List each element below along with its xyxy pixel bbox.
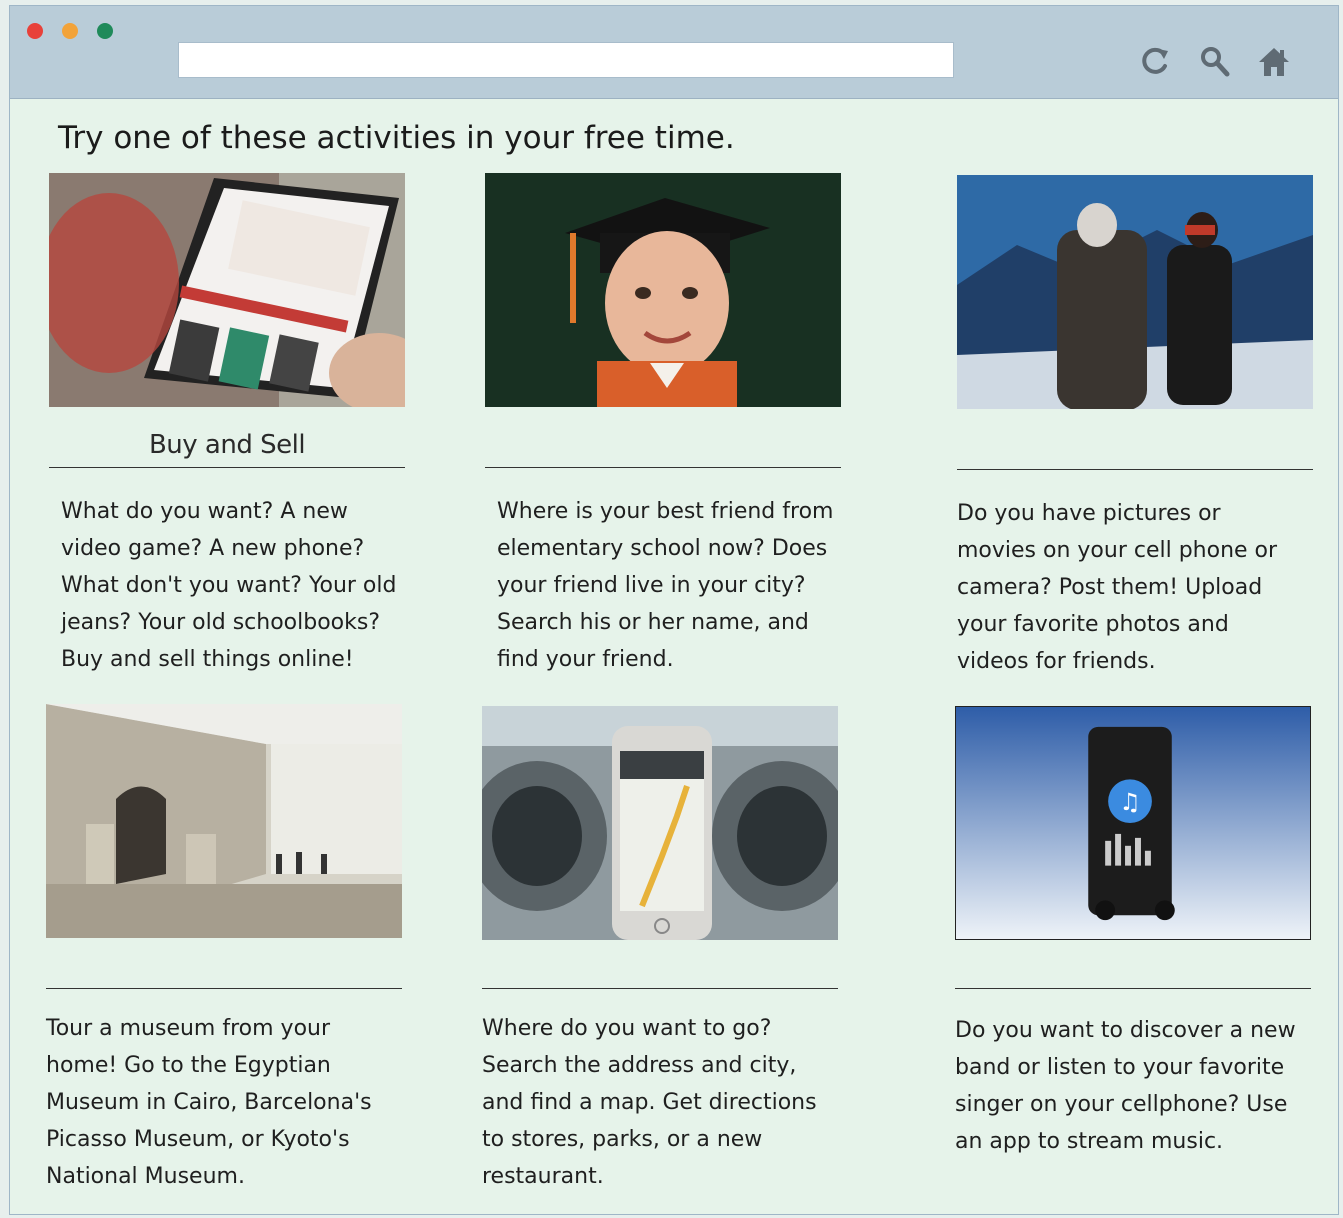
description-line: your favorite photos and	[957, 612, 1229, 637]
description-line: Do you have pictures or	[957, 501, 1221, 526]
description-line: restaurant.	[482, 1164, 604, 1189]
home-icon[interactable]	[1256, 44, 1292, 80]
svg-text:♫: ♫	[1119, 788, 1140, 816]
description-line: band or listen to your favorite	[955, 1055, 1285, 1080]
music-player-photo: ♫	[955, 706, 1311, 940]
description-line: and find a map. Get directions	[482, 1090, 817, 1115]
description-line: singer on your cellphone? Use	[955, 1092, 1288, 1117]
card-description: Do you want to discover a new band or li…	[955, 1012, 1305, 1160]
mountain-photographers-photo	[957, 175, 1313, 409]
description-line: Where is your best friend from	[497, 499, 834, 524]
description-line: an app to stream music.	[955, 1129, 1224, 1154]
browser-window: Try one of these activities in your free…	[9, 5, 1339, 1215]
description-line: movies on your cell phone or	[957, 538, 1278, 563]
description-line: camera? Post them! Upload	[957, 575, 1263, 600]
tablet-shopping-photo	[49, 173, 405, 407]
reload-icon[interactable]	[1137, 44, 1173, 80]
graduate-girl-photo	[485, 173, 841, 407]
caption-rule	[955, 988, 1311, 989]
description-line: your friend live in your city?	[497, 573, 806, 598]
description-line: home! Go to the Egyptian	[46, 1053, 331, 1078]
caption-rule	[46, 988, 402, 989]
description-line: Do you want to discover a new	[955, 1018, 1296, 1043]
caption-rule	[485, 467, 841, 468]
address-bar[interactable]	[178, 42, 954, 78]
browser-toolbar	[10, 6, 1338, 99]
card-description: Tour a museum from your home! Go to the …	[46, 1010, 396, 1195]
description-line: What do you want? A new	[61, 499, 348, 524]
description-line: videos for friends.	[957, 649, 1156, 674]
description-line: Picasso Museum, or Kyoto's	[46, 1127, 350, 1152]
minimize-window-button[interactable]	[62, 23, 78, 39]
page-headline: Try one of these activities in your free…	[58, 120, 735, 156]
caption-rule	[957, 469, 1313, 470]
description-line: Tour a museum from your	[46, 1016, 331, 1041]
description-line: What don't you want? Your old	[61, 573, 397, 598]
card-description: Where is your best friend from elementar…	[497, 493, 847, 678]
description-line: to stores, parks, or a new	[482, 1127, 763, 1152]
search-icon[interactable]	[1197, 44, 1233, 80]
description-line: National Museum.	[46, 1164, 245, 1189]
description-line: Where do you want to go?	[482, 1016, 772, 1041]
description-line: video game? A new phone?	[61, 536, 365, 561]
caption-rule	[49, 467, 405, 468]
maximize-window-button[interactable]	[97, 23, 113, 39]
museum-hall-photo	[46, 704, 402, 938]
card-description: Where do you want to go? Search the addr…	[482, 1010, 832, 1195]
card-caption: Buy and Sell	[148, 430, 306, 460]
description-line: Search his or her name, and	[497, 610, 809, 635]
description-line: Museum in Cairo, Barcelona's	[46, 1090, 372, 1115]
description-line: Buy and sell things online!	[61, 647, 354, 672]
caption-rule	[482, 988, 838, 989]
close-window-button[interactable]	[27, 23, 43, 39]
description-line: Search the address and city,	[482, 1053, 797, 1078]
car-phone-map-photo	[482, 706, 838, 940]
card-description: Do you have pictures or movies on your c…	[957, 495, 1307, 680]
description-line: elementary school now? Does	[497, 536, 828, 561]
description-line: find your friend.	[497, 647, 674, 672]
description-line: jeans? Your old schoolbooks?	[61, 610, 380, 635]
card-description: What do you want? A new video game? A ne…	[61, 493, 411, 678]
